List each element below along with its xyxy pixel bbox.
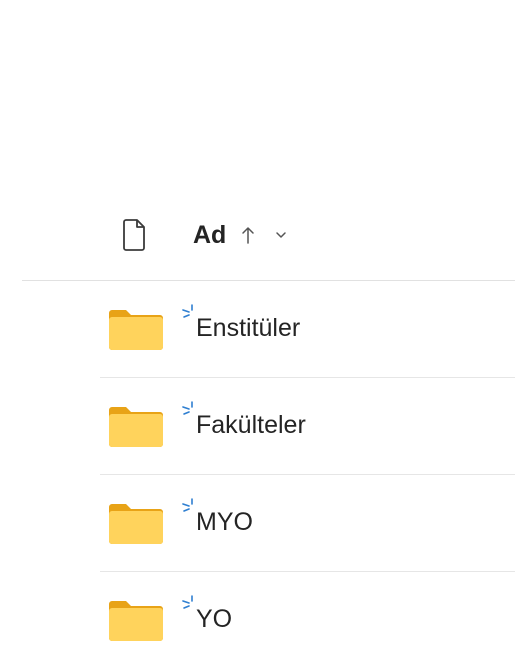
document-icon[interactable] [120, 218, 150, 252]
file-list: Enstitüler Fakülteler MYO YO [0, 281, 515, 662]
list-item[interactable]: Enstitüler [0, 281, 515, 378]
name-column-header[interactable]: Ad [193, 218, 288, 252]
chevron-down-icon[interactable] [274, 230, 288, 240]
list-header: Ad [0, 200, 515, 280]
file-list-view: Ad Enstitüler Fakülteler MYO YO [0, 0, 515, 662]
item-name[interactable]: Fakülteler [196, 411, 306, 440]
item-name[interactable]: Enstitüler [196, 314, 300, 343]
folder-icon [109, 310, 163, 350]
folder-icon [109, 407, 163, 447]
list-item[interactable]: YO [0, 572, 515, 662]
item-name[interactable]: MYO [196, 508, 253, 537]
folder-icon [109, 504, 163, 544]
item-name[interactable]: YO [196, 605, 232, 634]
list-item[interactable]: MYO [0, 475, 515, 572]
folder-icon [109, 601, 163, 641]
name-column-label: Ad [193, 220, 227, 249]
list-item[interactable]: Fakülteler [0, 378, 515, 475]
arrow-up-icon [242, 227, 255, 244]
